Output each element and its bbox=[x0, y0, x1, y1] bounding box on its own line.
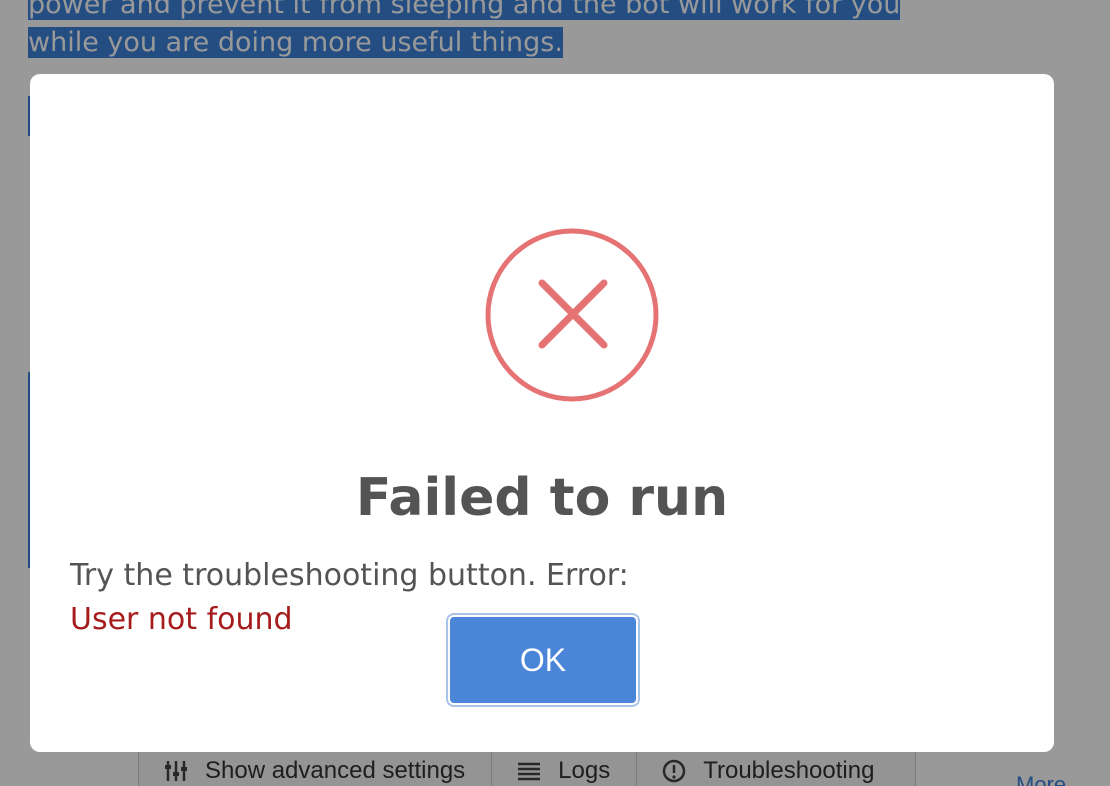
error-dialog: Failed to run Try the troubleshooting bu… bbox=[30, 74, 1054, 752]
dialog-title: Failed to run bbox=[355, 468, 729, 528]
dialog-message-text: Try the troubleshooting button. Error: bbox=[70, 558, 629, 593]
ok-button[interactable]: OK bbox=[448, 615, 638, 705]
error-x-circle-icon bbox=[484, 227, 660, 403]
